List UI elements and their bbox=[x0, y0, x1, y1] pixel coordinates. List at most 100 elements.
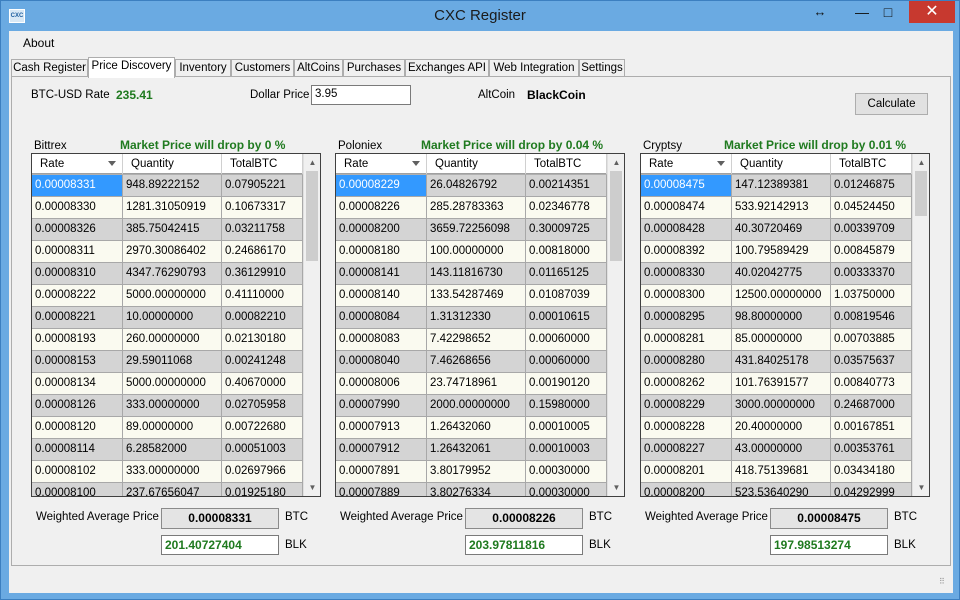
cell-totalbtc[interactable]: 0.03575637 bbox=[831, 351, 912, 372]
cell-totalbtc[interactable]: 0.00722680 bbox=[222, 417, 303, 438]
resize-grip-icon[interactable]: ⠿ bbox=[939, 578, 949, 589]
cell-rate[interactable]: 0.00008330 bbox=[32, 197, 123, 218]
cell-rate[interactable]: 0.00008280 bbox=[641, 351, 732, 372]
table-row[interactable]: 0.00008311 2970.30086402 0.24686170 bbox=[32, 241, 303, 263]
resize-arrows-icon[interactable]: ↔ bbox=[809, 1, 831, 23]
table-row[interactable]: 0.00008295 98.80000000 0.00819546 bbox=[641, 307, 912, 329]
cell-quantity[interactable]: 3.80276334 bbox=[427, 483, 526, 496]
table-row[interactable]: 0.00008474 533.92142913 0.04524450 bbox=[641, 197, 912, 219]
tab-customers[interactable]: Customers bbox=[231, 59, 294, 77]
cell-quantity[interactable]: 29.59011068 bbox=[123, 351, 222, 372]
cell-rate[interactable]: 0.00007912 bbox=[336, 439, 427, 460]
cell-quantity[interactable]: 533.92142913 bbox=[732, 197, 831, 218]
table-row[interactable]: 0.00007990 2000.00000000 0.15980000 bbox=[336, 395, 607, 417]
cell-totalbtc[interactable]: 0.00082210 bbox=[222, 307, 303, 328]
cell-quantity[interactable]: 40.30720469 bbox=[732, 219, 831, 240]
cell-totalbtc[interactable]: 0.01087039 bbox=[526, 285, 607, 306]
scroll-up-icon[interactable]: ▲ bbox=[304, 154, 320, 171]
cell-totalbtc[interactable]: 0.00333370 bbox=[831, 263, 912, 284]
cell-totalbtc[interactable]: 0.04292999 bbox=[831, 483, 912, 496]
cell-quantity[interactable]: 133.54287469 bbox=[427, 285, 526, 306]
table-row[interactable]: 0.00008228 20.40000000 0.00167851 bbox=[641, 417, 912, 439]
vertical-scrollbar[interactable]: ▲ ▼ bbox=[303, 154, 320, 496]
cell-rate[interactable]: 0.00008281 bbox=[641, 329, 732, 350]
cell-totalbtc[interactable]: 0.02705958 bbox=[222, 395, 303, 416]
table-row[interactable]: 0.00008140 133.54287469 0.01087039 bbox=[336, 285, 607, 307]
cell-totalbtc[interactable]: 0.00010005 bbox=[526, 417, 607, 438]
column-header-totalbtc[interactable]: TotalBTC bbox=[526, 154, 607, 174]
scroll-down-icon[interactable]: ▼ bbox=[608, 479, 624, 496]
table-row[interactable]: 0.00008006 23.74718961 0.00190120 bbox=[336, 373, 607, 395]
cell-quantity[interactable]: 143.11816730 bbox=[427, 263, 526, 284]
column-header-quantity[interactable]: Quantity bbox=[123, 154, 222, 174]
table-row[interactable]: 0.00008226 285.28783363 0.02346778 bbox=[336, 197, 607, 219]
cell-quantity[interactable]: 1.26432061 bbox=[427, 439, 526, 460]
column-header-rate[interactable]: Rate bbox=[32, 154, 123, 174]
cell-quantity[interactable]: 1.31312330 bbox=[427, 307, 526, 328]
table-row[interactable]: 0.00007913 1.26432060 0.00010005 bbox=[336, 417, 607, 439]
cell-rate[interactable]: 0.00008226 bbox=[336, 197, 427, 218]
cell-rate[interactable]: 0.00008084 bbox=[336, 307, 427, 328]
sort-down-icon[interactable] bbox=[717, 161, 725, 166]
scroll-up-icon[interactable]: ▲ bbox=[608, 154, 624, 171]
cell-quantity[interactable]: 3659.72256098 bbox=[427, 219, 526, 240]
cell-quantity[interactable]: 418.75139681 bbox=[732, 461, 831, 482]
cell-totalbtc[interactable]: 0.00339709 bbox=[831, 219, 912, 240]
cell-totalbtc[interactable]: 0.00010003 bbox=[526, 439, 607, 460]
calculate-button[interactable]: Calculate bbox=[855, 93, 928, 115]
cell-rate[interactable]: 0.00008100 bbox=[32, 483, 123, 496]
scroll-thumb[interactable] bbox=[915, 171, 927, 216]
cell-totalbtc[interactable]: 0.03434180 bbox=[831, 461, 912, 482]
scroll-thumb[interactable] bbox=[610, 171, 622, 261]
cell-totalbtc[interactable]: 0.36129910 bbox=[222, 263, 303, 284]
cell-totalbtc[interactable]: 0.03211758 bbox=[222, 219, 303, 240]
table-row[interactable]: 0.00008229 26.04826792 0.00214351 bbox=[336, 175, 607, 197]
cell-totalbtc[interactable]: 0.00840773 bbox=[831, 373, 912, 394]
cell-quantity[interactable]: 523.53640290 bbox=[732, 483, 831, 496]
table-row[interactable]: 0.00008330 1281.31050919 0.10673317 bbox=[32, 197, 303, 219]
cell-quantity[interactable]: 40.02042775 bbox=[732, 263, 831, 284]
cell-quantity[interactable]: 10.00000000 bbox=[123, 307, 222, 328]
table-row[interactable]: 0.00008280 431.84025178 0.03575637 bbox=[641, 351, 912, 373]
cell-rate[interactable]: 0.00008114 bbox=[32, 439, 123, 460]
cell-rate[interactable]: 0.00008126 bbox=[32, 395, 123, 416]
cell-quantity[interactable]: 98.80000000 bbox=[732, 307, 831, 328]
cell-rate[interactable]: 0.00007913 bbox=[336, 417, 427, 438]
cell-totalbtc[interactable]: 0.00703885 bbox=[831, 329, 912, 350]
cell-quantity[interactable]: 100.79589429 bbox=[732, 241, 831, 262]
cell-quantity[interactable]: 6.28582000 bbox=[123, 439, 222, 460]
cell-rate[interactable]: 0.00008040 bbox=[336, 351, 427, 372]
table-row[interactable]: 0.00008200 3659.72256098 0.30009725 bbox=[336, 219, 607, 241]
cell-totalbtc[interactable]: 0.02346778 bbox=[526, 197, 607, 218]
cell-quantity[interactable]: 237.67656047 bbox=[123, 483, 222, 496]
cell-rate[interactable]: 0.00008428 bbox=[641, 219, 732, 240]
table-row[interactable]: 0.00007889 3.80276334 0.00030000 bbox=[336, 483, 607, 496]
table-row[interactable]: 0.00008114 6.28582000 0.00051003 bbox=[32, 439, 303, 461]
table-row[interactable]: 0.00008281 85.00000000 0.00703885 bbox=[641, 329, 912, 351]
cell-totalbtc[interactable]: 0.00010615 bbox=[526, 307, 607, 328]
table-row[interactable]: 0.00008153 29.59011068 0.00241248 bbox=[32, 351, 303, 373]
cell-rate[interactable]: 0.00008201 bbox=[641, 461, 732, 482]
table-row[interactable]: 0.00008126 333.00000000 0.02705958 bbox=[32, 395, 303, 417]
table-row[interactable]: 0.00008100 237.67656047 0.01925180 bbox=[32, 483, 303, 496]
cell-quantity[interactable]: 2970.30086402 bbox=[123, 241, 222, 262]
cell-quantity[interactable]: 1281.31050919 bbox=[123, 197, 222, 218]
cell-totalbtc[interactable]: 0.10673317 bbox=[222, 197, 303, 218]
cell-quantity[interactable]: 147.12389381 bbox=[732, 175, 831, 196]
cell-quantity[interactable]: 333.00000000 bbox=[123, 461, 222, 482]
table-row[interactable]: 0.00008475 147.12389381 0.01246875 bbox=[641, 175, 912, 197]
cell-totalbtc[interactable]: 0.41110000 bbox=[222, 285, 303, 306]
vertical-scrollbar[interactable]: ▲ ▼ bbox=[912, 154, 929, 496]
cell-totalbtc[interactable]: 0.30009725 bbox=[526, 219, 607, 240]
cell-totalbtc[interactable]: 0.24687000 bbox=[831, 395, 912, 416]
order-book-grid[interactable]: Rate Quantity TotalBTC 0.00008331 948.892221… bbox=[31, 153, 321, 497]
tab-purchases[interactable]: Purchases bbox=[343, 59, 405, 77]
cell-rate[interactable]: 0.00008193 bbox=[32, 329, 123, 350]
cell-totalbtc[interactable]: 0.00167851 bbox=[831, 417, 912, 438]
cell-rate[interactable]: 0.00008140 bbox=[336, 285, 427, 306]
cell-totalbtc[interactable]: 0.04524450 bbox=[831, 197, 912, 218]
cell-rate[interactable]: 0.00008311 bbox=[32, 241, 123, 262]
cell-rate[interactable]: 0.00008221 bbox=[32, 307, 123, 328]
cell-totalbtc[interactable]: 0.00241248 bbox=[222, 351, 303, 372]
column-header-totalbtc[interactable]: TotalBTC bbox=[831, 154, 912, 174]
